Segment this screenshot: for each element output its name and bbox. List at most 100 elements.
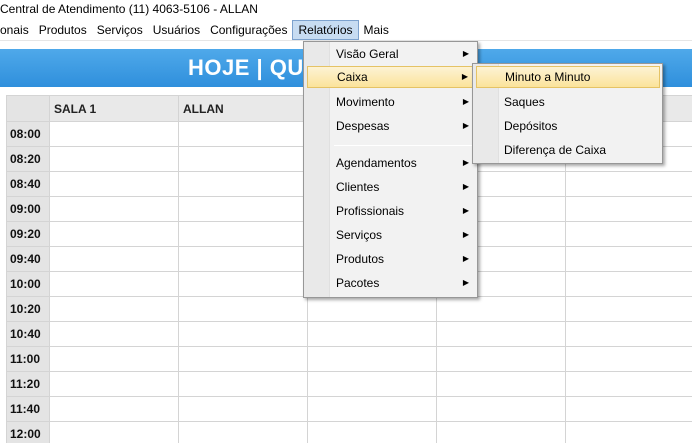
- schedule-cell[interactable]: [178, 121, 308, 147]
- schedule-cell[interactable]: [565, 221, 692, 247]
- menu-item-label: Caixa: [337, 70, 368, 84]
- submenu-arrow-icon: ▶: [462, 97, 469, 106]
- schedule-cell[interactable]: [49, 221, 179, 247]
- menu-item-label: Clientes: [336, 180, 380, 194]
- menu-item-visao-geral[interactable]: Visão Geral ▶: [307, 43, 475, 65]
- submenu-arrow-icon: ▶: [461, 72, 468, 81]
- menu-servicos[interactable]: Serviços: [92, 20, 148, 40]
- submenu-arrow-icon: ▶: [462, 182, 469, 191]
- schedule-cell[interactable]: [307, 371, 437, 397]
- schedule-cell[interactable]: [565, 246, 692, 272]
- schedule-cell[interactable]: [436, 346, 566, 372]
- schedule-cell[interactable]: [49, 371, 179, 397]
- menu-item-despesas[interactable]: Despesas ▶: [307, 115, 475, 137]
- submenu-arrow-icon: ▶: [462, 254, 469, 263]
- schedule-cell[interactable]: [436, 421, 566, 443]
- schedule-cell[interactable]: [49, 246, 179, 272]
- schedule-cell[interactable]: [49, 146, 179, 172]
- menu-bar: onais Produtos Serviços Usuários Configu…: [0, 19, 692, 41]
- submenu-arrow-icon: ▶: [462, 230, 469, 239]
- schedule-cell[interactable]: [178, 396, 308, 422]
- submenu-item-diferenca-de-caixa[interactable]: Diferença de Caixa: [476, 139, 660, 161]
- schedule-cell[interactable]: [565, 371, 692, 397]
- menu-usuarios[interactable]: Usuários: [148, 20, 205, 40]
- schedule-cell[interactable]: [49, 271, 179, 297]
- schedule-row: 10:20: [6, 296, 692, 322]
- schedule-cell[interactable]: [178, 246, 308, 272]
- submenu-arrow-icon: ▶: [462, 121, 469, 130]
- schedule-cell[interactable]: [178, 421, 308, 443]
- schedule-cell[interactable]: [436, 371, 566, 397]
- schedule-cell[interactable]: [178, 171, 308, 197]
- time-slot-label: 12:00: [6, 421, 50, 443]
- schedule-cell[interactable]: [178, 371, 308, 397]
- time-slot-label: 11:00: [6, 346, 50, 372]
- time-slot-label: 10:20: [6, 296, 50, 322]
- schedule-cell[interactable]: [178, 346, 308, 372]
- schedule-cell[interactable]: [49, 346, 179, 372]
- menu-item-clientes[interactable]: Clientes ▶: [307, 176, 475, 198]
- schedule-cell[interactable]: [49, 421, 179, 443]
- schedule-cell[interactable]: [307, 396, 437, 422]
- menu-item-label: Pacotes: [336, 276, 380, 290]
- schedule-cell[interactable]: [565, 346, 692, 372]
- schedule-cell[interactable]: [49, 171, 179, 197]
- menu-item-profissionais[interactable]: Profissionais ▶: [307, 200, 475, 222]
- menu-item-label: Visão Geral: [336, 47, 399, 61]
- schedule-cell[interactable]: [49, 321, 179, 347]
- schedule-cell[interactable]: [565, 296, 692, 322]
- schedule-cell[interactable]: [307, 346, 437, 372]
- schedule-cell[interactable]: [49, 396, 179, 422]
- schedule-cell[interactable]: [565, 271, 692, 297]
- schedule-cell[interactable]: [49, 121, 179, 147]
- schedule-cell[interactable]: [178, 196, 308, 222]
- schedule-cell[interactable]: [565, 196, 692, 222]
- submenu-item-minuto-a-minuto[interactable]: Minuto a Minuto: [476, 66, 660, 88]
- schedule-cell[interactable]: [307, 321, 437, 347]
- schedule-row: 11:00: [6, 346, 692, 372]
- time-slot-label: 09:20: [6, 221, 50, 247]
- menu-item-pacotes[interactable]: Pacotes ▶: [307, 272, 475, 294]
- schedule-cell[interactable]: [49, 196, 179, 222]
- menu-item-agendamentos[interactable]: Agendamentos ▶: [307, 152, 475, 174]
- schedule-cell[interactable]: [49, 296, 179, 322]
- schedule-cell[interactable]: [565, 321, 692, 347]
- schedule-row: 10:40: [6, 321, 692, 347]
- caixa-submenu: Minuto a Minuto Saques Depósitos Diferen…: [472, 63, 663, 164]
- menu-item-produtos[interactable]: Produtos ▶: [307, 248, 475, 270]
- schedule-cell[interactable]: [178, 296, 308, 322]
- menu-configuracoes[interactable]: Configurações: [205, 20, 292, 40]
- column-header: SALA 1: [49, 95, 179, 122]
- menu-item-caixa[interactable]: Caixa ▶: [307, 66, 475, 88]
- schedule-cell[interactable]: [178, 146, 308, 172]
- menu-profissionais[interactable]: onais: [0, 20, 34, 40]
- menu-item-servicos[interactable]: Serviços ▶: [307, 224, 475, 246]
- schedule-row: 11:40: [6, 396, 692, 422]
- menu-item-movimento[interactable]: Movimento ▶: [307, 91, 475, 113]
- schedule-cell[interactable]: [436, 296, 566, 322]
- schedule-cell[interactable]: [178, 221, 308, 247]
- submenu-arrow-icon: ▶: [462, 206, 469, 215]
- schedule-cell[interactable]: [565, 421, 692, 443]
- menu-mais[interactable]: Mais: [359, 20, 394, 40]
- schedule-cell[interactable]: [178, 271, 308, 297]
- schedule-cell[interactable]: [307, 421, 437, 443]
- submenu-item-saques[interactable]: Saques: [476, 91, 660, 113]
- schedule-cell[interactable]: [565, 396, 692, 422]
- menu-item-label: Despesas: [336, 119, 390, 133]
- menu-produtos[interactable]: Produtos: [34, 20, 92, 40]
- time-slot-label: 08:40: [6, 171, 50, 197]
- submenu-arrow-icon: ▶: [462, 158, 469, 167]
- menu-relatorios[interactable]: Relatórios: [292, 19, 359, 40]
- menu-item-label: Agendamentos: [336, 156, 417, 170]
- schedule-cell[interactable]: [436, 396, 566, 422]
- schedule-cell[interactable]: [307, 296, 437, 322]
- time-slot-label: 08:00: [6, 121, 50, 147]
- submenu-item-depositos[interactable]: Depósitos: [476, 115, 660, 137]
- window-title: Central de Atendimento (11) 4063-5106 - …: [0, 0, 692, 19]
- schedule-cell[interactable]: [565, 171, 692, 197]
- time-slot-label: 11:20: [6, 371, 50, 397]
- schedule-cell[interactable]: [436, 321, 566, 347]
- relatorios-dropdown: Visão Geral ▶ Caixa ▶ Movimento ▶ Despesas ▶…: [303, 41, 478, 298]
- schedule-cell[interactable]: [178, 321, 308, 347]
